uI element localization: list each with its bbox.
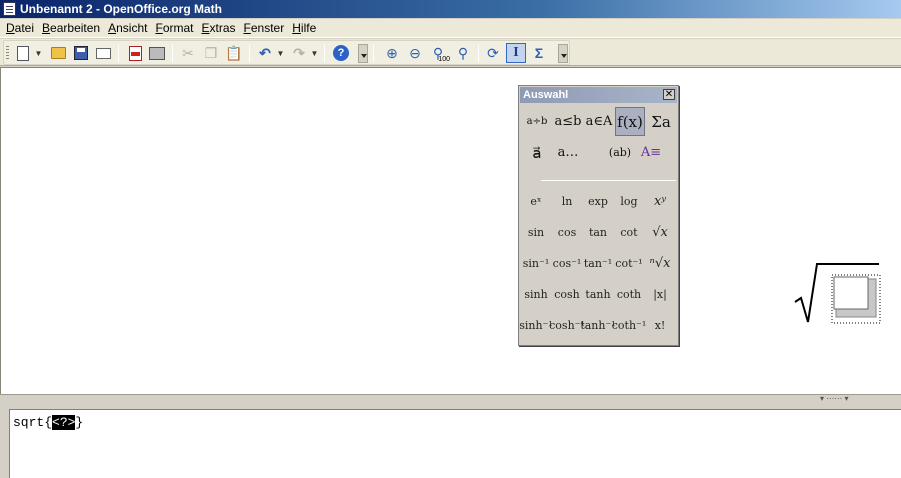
openoffice-math-icon bbox=[3, 2, 16, 16]
element-factorial[interactable]: x! bbox=[645, 311, 675, 339]
element-arcosh[interactable]: cosh⁻¹ bbox=[549, 311, 585, 339]
command-text-before: sqrt{ bbox=[13, 415, 53, 430]
cut-icon[interactable]: ✂ bbox=[178, 43, 198, 63]
element-exp[interactable]: exp bbox=[583, 187, 613, 215]
zoom-100-icon[interactable]: ⚲ 100 bbox=[428, 43, 450, 64]
element-arsinh[interactable]: sinh⁻¹ bbox=[519, 311, 553, 339]
category-set-operations[interactable]: a∈A bbox=[584, 107, 614, 136]
element-arccot[interactable]: cot⁻¹ bbox=[614, 249, 644, 277]
element-cot[interactable]: cot bbox=[614, 218, 644, 246]
zoom-show-all-icon[interactable]: ⚲ bbox=[453, 43, 473, 63]
category-unary-binary-operators[interactable]: a÷b bbox=[522, 107, 552, 136]
formula-cursor-icon[interactable]: I bbox=[506, 43, 526, 63]
auswahl-elements-window: Auswahl ✕ a÷b a≤b a∈A f(x) Σa a⃗ a… (ab)… bbox=[518, 85, 679, 346]
copy-icon[interactable]: ❐ bbox=[201, 43, 221, 63]
update-icon[interactable]: ⟳ bbox=[483, 43, 503, 63]
toolbar-overflow-icon[interactable] bbox=[558, 44, 568, 63]
command-input[interactable]: sqrt{<?>} bbox=[13, 415, 83, 430]
element-arctan[interactable]: tan⁻¹ bbox=[583, 249, 613, 277]
zoom-in-icon[interactable]: ⊕ bbox=[382, 43, 402, 63]
element-tan[interactable]: tan bbox=[583, 218, 613, 246]
new-dropdown-arrow-icon[interactable]: ▼ bbox=[34, 43, 43, 63]
open-folder-icon[interactable] bbox=[48, 43, 68, 63]
redo-dropdown-arrow-icon[interactable]: ▼ bbox=[310, 43, 319, 63]
element-power[interactable]: xʸ bbox=[645, 187, 675, 215]
formula-preview-area[interactable] bbox=[0, 67, 901, 394]
category-operators[interactable]: Σa bbox=[646, 107, 676, 136]
print-icon[interactable] bbox=[147, 43, 167, 63]
window-title: Unbenannt 2 - OpenOffice.org Math bbox=[20, 2, 223, 16]
help-icon[interactable]: ? bbox=[331, 43, 351, 63]
new-document-icon[interactable] bbox=[13, 43, 33, 63]
menu-fenster[interactable]: Fenster bbox=[240, 19, 289, 38]
email-icon[interactable] bbox=[93, 43, 113, 63]
undo-icon[interactable]: ↶ bbox=[255, 43, 275, 63]
element-ln[interactable]: ln bbox=[552, 187, 582, 215]
save-icon[interactable] bbox=[71, 43, 91, 63]
category-others[interactable]: a… bbox=[553, 138, 583, 167]
window-splitter[interactable]: ▾ ⋯⋯ ▾ bbox=[0, 394, 901, 406]
element-arccos[interactable]: cos⁻¹ bbox=[552, 249, 582, 277]
close-icon[interactable]: ✕ bbox=[663, 89, 675, 100]
element-exp-power[interactable]: eˣ bbox=[521, 187, 551, 215]
element-nroot[interactable]: ⁿ√x bbox=[645, 249, 675, 277]
element-log[interactable]: log bbox=[614, 187, 644, 215]
toolbar-separator bbox=[249, 45, 250, 62]
toolbar-separator bbox=[373, 45, 374, 62]
symbols-icon[interactable]: Σ bbox=[529, 43, 549, 63]
toolbar-separator bbox=[324, 45, 325, 62]
category-functions[interactable]: f(x) bbox=[615, 107, 645, 136]
category-brackets[interactable]: (ab) bbox=[605, 138, 635, 167]
placeholder-selection[interactable]: <?> bbox=[52, 415, 76, 430]
menu-bar: Datei Bearbeiten Ansicht Format Extras F… bbox=[0, 19, 901, 38]
auswahl-title-bar[interactable]: Auswahl ✕ bbox=[520, 87, 677, 103]
paste-icon[interactable]: 📋 bbox=[224, 43, 244, 63]
element-sqrt[interactable]: √x bbox=[645, 218, 675, 246]
splitter-grip-icon[interactable]: ▾ ⋯⋯ ▾ bbox=[820, 395, 848, 403]
menu-datei[interactable]: Datei bbox=[2, 19, 38, 38]
toolbar-strip: ▼ ✂ ❐ 📋 ↶ ▼ ↷ ▼ ? ⊕ ⊖ ⚲ 100 ⚲ ⟳ I Σ bbox=[3, 40, 570, 65]
element-cosh[interactable]: cosh bbox=[552, 280, 582, 308]
auswahl-separator bbox=[541, 180, 676, 181]
menu-extras[interactable]: Extras bbox=[198, 19, 240, 38]
zoom-out-icon[interactable]: ⊖ bbox=[405, 43, 425, 63]
command-window[interactable]: sqrt{<?>} bbox=[9, 409, 901, 478]
formula-render-sqrt bbox=[794, 263, 881, 324]
element-sinh[interactable]: sinh bbox=[521, 280, 551, 308]
redo-icon[interactable]: ↷ bbox=[289, 43, 309, 63]
category-formats[interactable]: A≡ bbox=[636, 138, 666, 167]
category-relations[interactable]: a≤b bbox=[553, 107, 583, 136]
export-pdf-icon[interactable] bbox=[125, 43, 145, 63]
element-sin[interactable]: sin bbox=[521, 218, 551, 246]
toolbar-separator bbox=[478, 45, 479, 62]
command-text-after: } bbox=[75, 415, 84, 430]
toolbar-separator bbox=[172, 45, 173, 62]
toolbar-separator bbox=[118, 45, 119, 62]
menu-format[interactable]: Format bbox=[151, 19, 197, 38]
menu-hilfe[interactable]: Hilfe bbox=[288, 19, 320, 38]
element-coth[interactable]: coth bbox=[614, 280, 644, 308]
element-arcoth[interactable]: coth⁻¹ bbox=[612, 311, 647, 339]
undo-dropdown-arrow-icon[interactable]: ▼ bbox=[276, 43, 285, 63]
element-arcsin[interactable]: sin⁻¹ bbox=[521, 249, 551, 277]
element-artanh[interactable]: tanh⁻¹ bbox=[580, 311, 615, 339]
menu-bearbeiten[interactable]: Bearbeiten bbox=[38, 19, 104, 38]
zoom-100-label: 100 bbox=[438, 56, 450, 63]
standard-toolbar: ▼ ✂ ❐ 📋 ↶ ▼ ↷ ▼ ? ⊕ ⊖ ⚲ 100 ⚲ ⟳ I Σ bbox=[0, 39, 901, 66]
toolbar-overflow-icon[interactable] bbox=[358, 44, 368, 63]
auswahl-title: Auswahl bbox=[523, 89, 569, 101]
element-tanh[interactable]: tanh bbox=[583, 280, 613, 308]
category-attributes[interactable]: a⃗ bbox=[522, 138, 552, 167]
title-bar: Unbenannt 2 - OpenOffice.org Math bbox=[0, 0, 901, 18]
element-abs[interactable]: |x| bbox=[645, 280, 675, 308]
menu-ansicht[interactable]: Ansicht bbox=[104, 19, 151, 38]
element-cos[interactable]: cos bbox=[552, 218, 582, 246]
toolbar-grip[interactable] bbox=[6, 46, 9, 61]
